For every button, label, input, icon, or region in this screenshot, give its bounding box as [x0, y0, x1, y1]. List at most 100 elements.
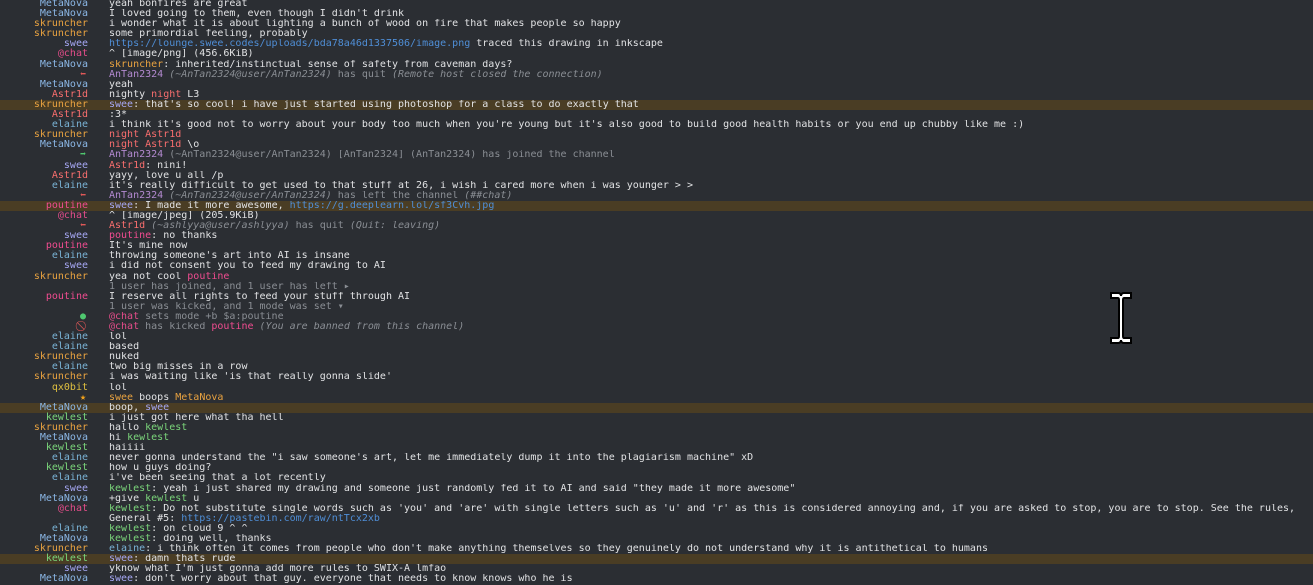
nick-mention[interactable]: Astr1d [145, 140, 181, 150]
message-fragment: (~AnTan2324@user/AnTan2324) [AnTan2324] … [163, 150, 615, 161]
message-text: AnTan2324 (~AnTan2324@user/AnTan2324) ha… [109, 191, 1313, 201]
nick-mention[interactable]: swee [109, 574, 133, 584]
message-row: MetaNova swee: don't worry about that guy… [0, 574, 1313, 584]
message-row: skruncher nuked [0, 352, 1313, 362]
message-fragment: traced this drawing in inkscape [470, 39, 663, 50]
message-nick[interactable]: qx0bit [52, 382, 88, 393]
message-row: elaine kewlest: on cloud 9 ^ ^ [0, 523, 1313, 534]
nick-mention[interactable]: kewlest [109, 524, 151, 534]
nick-mention[interactable]: kewlest [109, 484, 151, 494]
message-link[interactable]: https://lounge.swee.codes/uploads/bda78a… [109, 39, 470, 49]
nick-mention[interactable]: @chat [109, 312, 139, 322]
message-link[interactable]: https://pastebin.com/raw/ntTcx2xb [181, 514, 380, 524]
nick-mention[interactable]: kewlest [127, 433, 169, 443]
message-fragment: L3 [181, 89, 200, 100]
message-link[interactable]: https://g.deeplearn.lol/sf3Cvh.jpg [290, 201, 495, 211]
message-fragment: sets mode +b $a:poutine [139, 311, 284, 322]
message-fragment: : i think often it comes from people who… [145, 544, 988, 555]
message-fragment: u [187, 493, 200, 504]
message-row: @chat kewlest: Do not substitute single w… [0, 503, 1313, 514]
message-row: kewlest haiiii [0, 443, 1313, 453]
message-fragment: : don't worry about that guy. everyone t… [133, 574, 573, 585]
message-row: MetaNova kewlest: doing well, thanks [0, 533, 1313, 544]
message-nick[interactable]: poutine [46, 291, 88, 302]
message-text: poutine: no thanks [109, 231, 1313, 241]
nick-mention[interactable]: poutine [109, 231, 151, 241]
message-fragment: nighty [109, 89, 152, 100]
message-fragment: nuked [109, 352, 140, 363]
message-fragment: : yeah i just shared my drawing and some… [151, 483, 796, 494]
message-row: MetaNova +give kewlest u [0, 493, 1313, 504]
nick-mention[interactable]: night [109, 130, 145, 140]
message-text: +give kewlest u [109, 494, 1313, 504]
message-fragment: yeah [109, 79, 134, 90]
nick-mention[interactable]: swee [109, 554, 133, 564]
mode-icon: ● [79, 310, 87, 322]
nick-mention[interactable]: @chat [109, 322, 139, 332]
message-fragment: 1 user was kicked, and 1 mode was set ▾ [109, 301, 344, 312]
nick-mention[interactable]: poutine [211, 322, 253, 332]
message-text: i did not consent you to feed my drawing… [109, 261, 1313, 271]
message-row: kewlest i just got here what tha hell [0, 412, 1313, 423]
nick-mention[interactable]: kewlest [109, 534, 151, 544]
message-fragment: i think it's good not to worry about you… [109, 120, 1025, 131]
nick-mention[interactable]: swee [109, 100, 133, 110]
message-fragment: i was waiting like 'is that really gonna… [109, 372, 392, 383]
message-text: kewlest: doing well, thanks [109, 534, 1313, 544]
nick-mention[interactable]: kewlest [145, 494, 187, 504]
message-row: skruncher hallo kewlest [0, 422, 1313, 433]
nick-mention[interactable]: MetaNova [175, 393, 223, 403]
message-fragment: haiiii [109, 443, 146, 454]
message-row: elaine i've been seeing that a lot recent… [0, 473, 1313, 483]
nick-mention[interactable]: Astr1d [145, 130, 181, 140]
message-text: night Astr1d [109, 130, 1313, 140]
message-row: MetaNova yeah [0, 79, 1313, 90]
nick-mention[interactable]: swee [145, 403, 169, 413]
message-text: haiiii [109, 443, 1313, 453]
message-text: boop, swee [109, 403, 1313, 413]
message-text: swee: don't worry about that guy. everyo… [109, 574, 1313, 584]
message-text: night Astr1d \o [109, 140, 1313, 150]
message-row: MetaNova boop, swee [0, 402, 1313, 413]
message-row: skruncher some primordial feeling, probab… [0, 29, 1313, 39]
nick-mention[interactable]: AnTan2324 [109, 191, 163, 201]
message-fragment: boops [133, 392, 176, 403]
message-nick[interactable]: MetaNova [40, 59, 88, 70]
nick-mention[interactable]: Astr1d [109, 161, 145, 171]
message-text: General #5: https://pastebin.com/raw/ntT… [109, 514, 1313, 524]
message-row: General #5: https://pastebin.com/raw/ntT… [0, 514, 1313, 524]
message-nick[interactable]: @chat [58, 503, 88, 514]
nick-mention[interactable]: skruncher [109, 60, 163, 70]
message-row: kewlest swee: damn thats rude [0, 554, 1313, 565]
message-text: swee: that's so cool! i have just starte… [109, 100, 1313, 110]
nick-mention[interactable]: Astr1d [109, 221, 145, 231]
message-text: never gonna understand the "i saw someon… [109, 453, 1313, 463]
nick-mention[interactable]: kewlest [145, 423, 187, 433]
message-nick[interactable]: skruncher [34, 271, 88, 282]
message-fragment: has kicked [139, 322, 212, 332]
message-nick[interactable]: MetaNova [40, 573, 88, 584]
message-fragment: how u guys doing? [109, 463, 212, 474]
message-text: yeah bonfires are great [109, 0, 1313, 9]
message-fragment: (~ashlyya@user/ashlyya) [145, 221, 290, 232]
message-text: AnTan2324 (~AnTan2324@user/AnTan2324) [A… [109, 150, 1313, 160]
message-fragment: never gonna understand the "i saw someon… [109, 453, 754, 464]
message-text: ^ [image/png] (456.6KiB) [109, 49, 1313, 59]
nick-mention[interactable]: poutine [187, 272, 229, 282]
message-fragment: : on cloud 9 ^ ^ [151, 523, 248, 534]
message-fragment: some primordial feeling, probably [109, 29, 308, 40]
nick-mention[interactable]: night [151, 90, 181, 100]
nick-mention[interactable]: swee [109, 393, 133, 403]
nick-mention[interactable]: AnTan2324 [109, 70, 163, 80]
message-fragment: It's mine now [109, 241, 188, 252]
nick-mention[interactable]: swee [109, 201, 133, 211]
message-row: kewlest how u guys doing? [0, 463, 1313, 473]
message-row: Astr1d yayy, love u all /p [0, 170, 1313, 181]
message-row: swee Astr1d: nini! [0, 160, 1313, 171]
nick-mention[interactable]: kewlest [109, 504, 151, 514]
nick-mention[interactable]: night [109, 140, 145, 150]
nick-mention[interactable]: AnTan2324 [109, 150, 163, 160]
nick-mention[interactable]: elaine [109, 544, 145, 554]
message-text: yknow what I'm just gonna add more rules… [109, 564, 1313, 574]
message-row: skruncher night Astr1d [0, 130, 1313, 140]
